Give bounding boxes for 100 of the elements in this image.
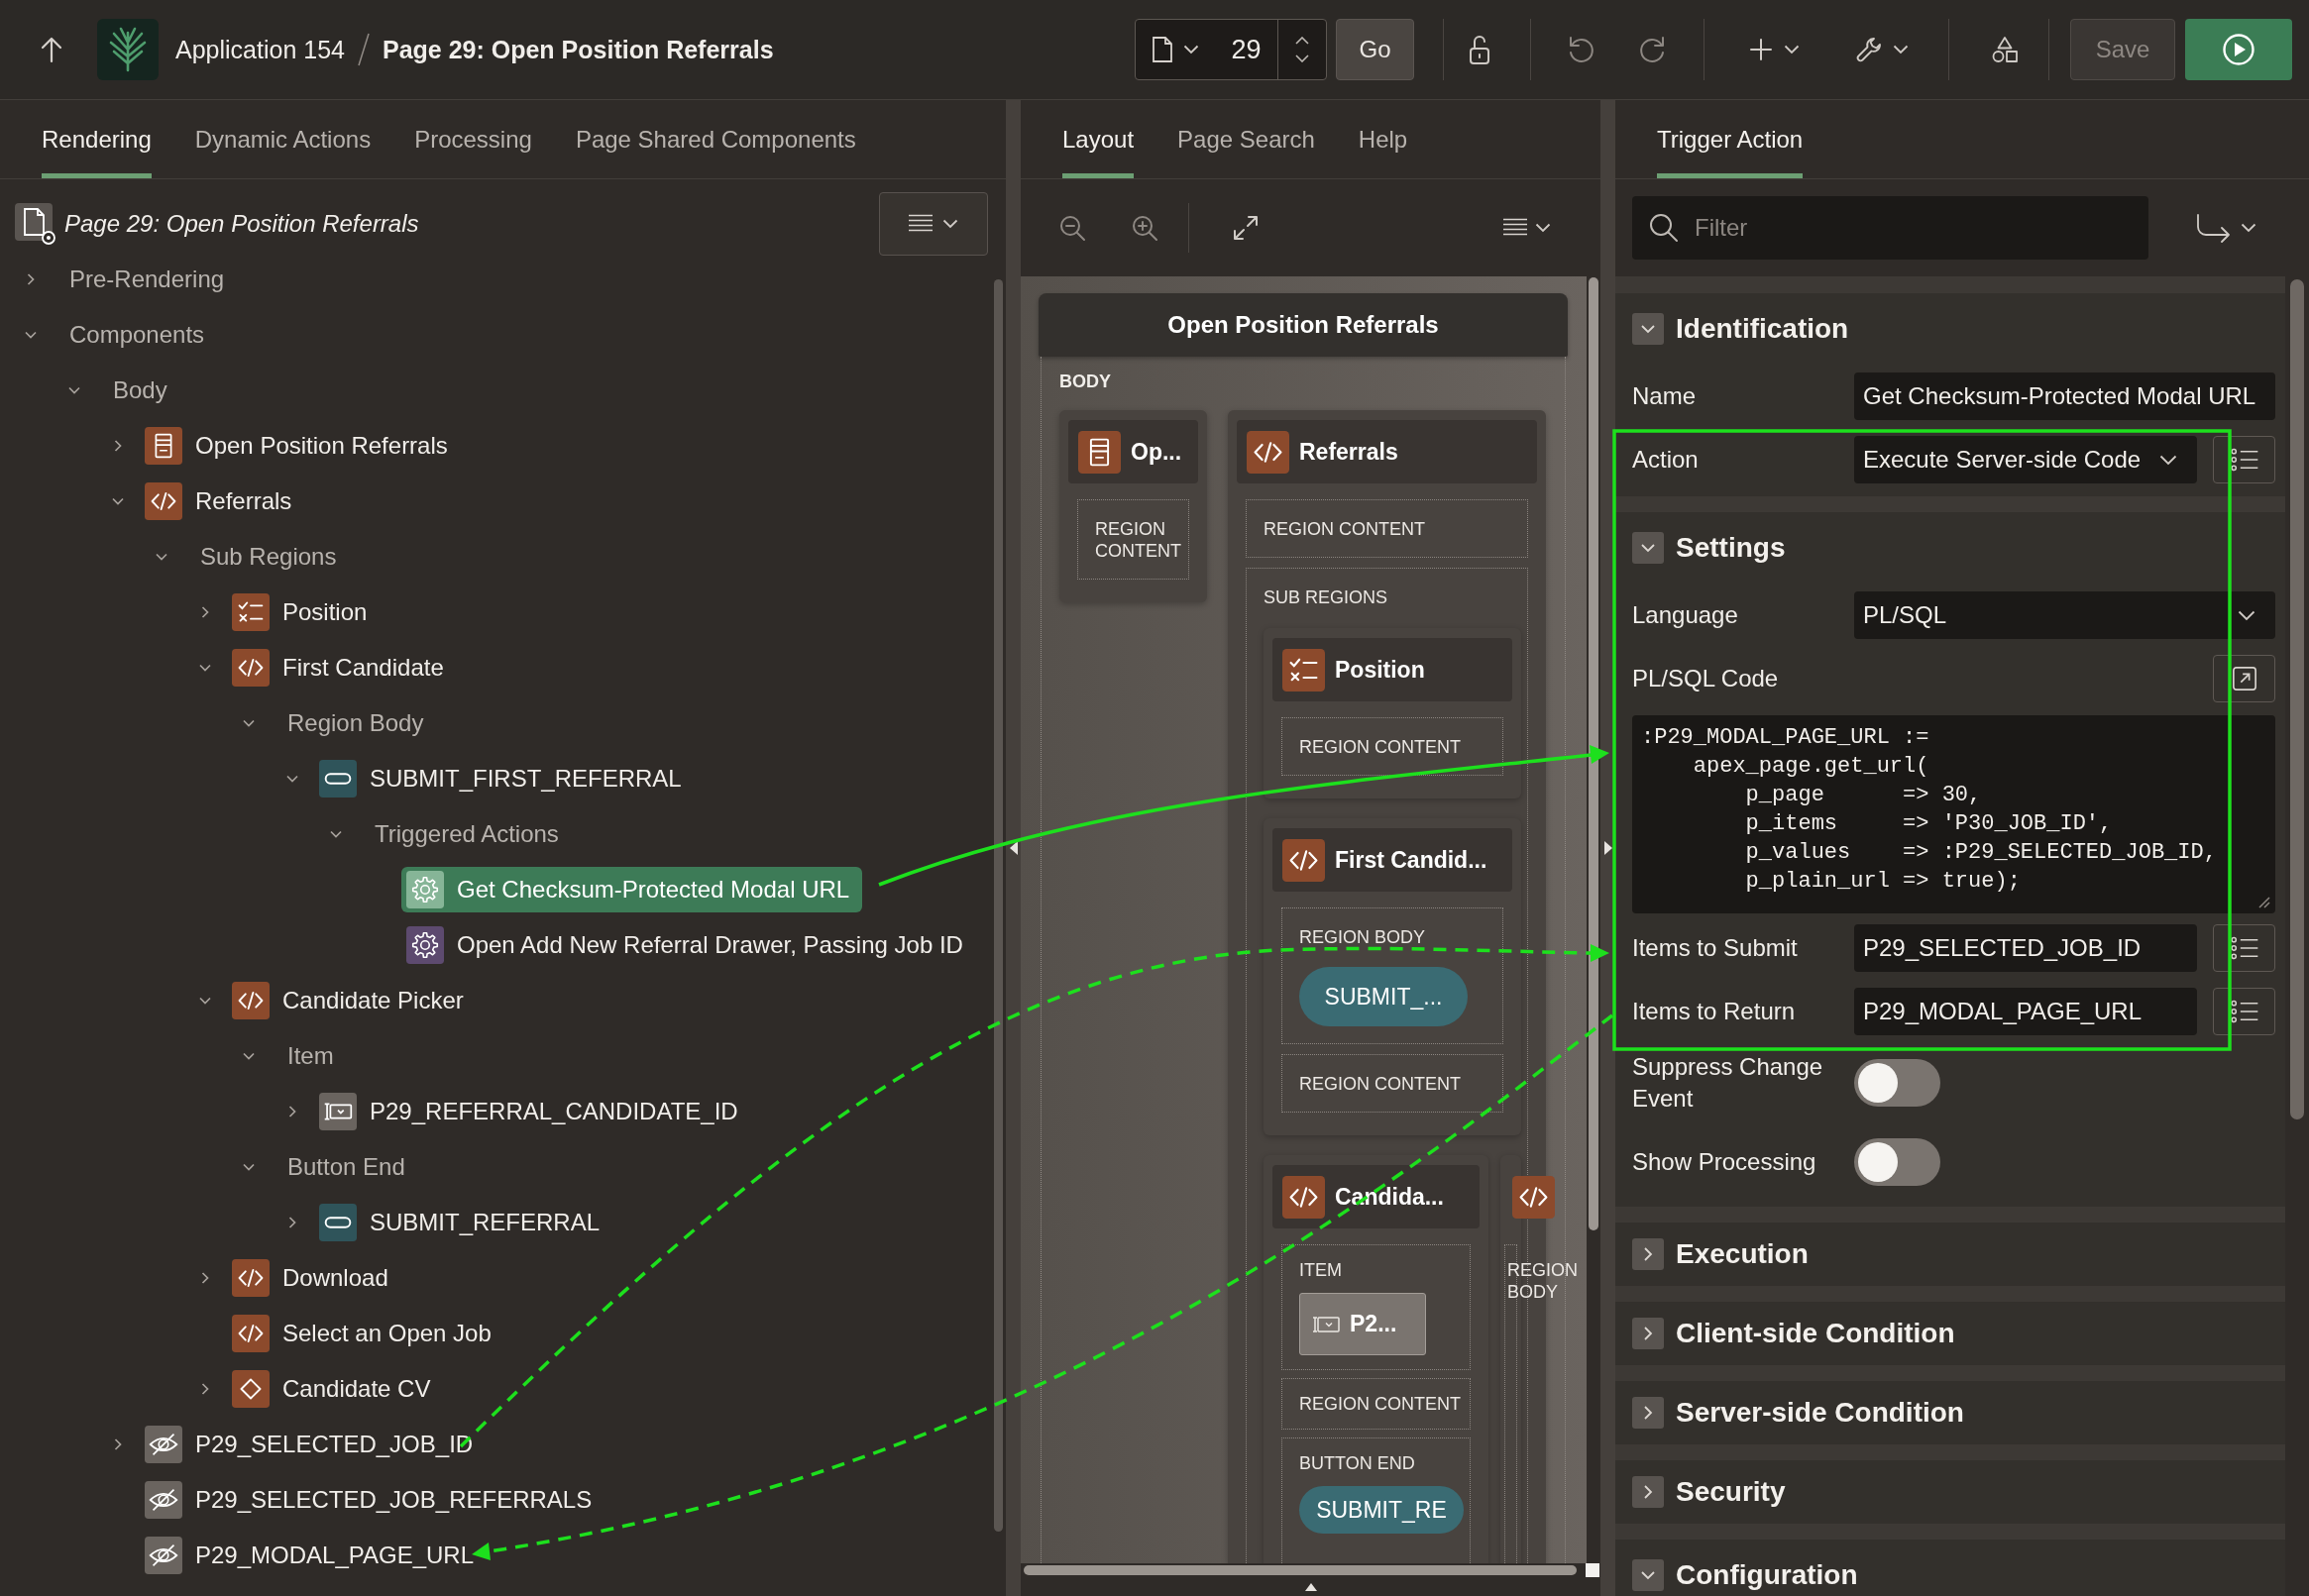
section-title[interactable]: Execution	[1676, 1238, 1809, 1270]
tab[interactable]: Layout	[1062, 100, 1135, 178]
list-icon	[2229, 448, 2259, 472]
item-chip[interactable]: P2...	[1299, 1293, 1426, 1355]
chevron-right-icon[interactable]	[1632, 1318, 1664, 1349]
tab[interactable]: Page Shared Components	[575, 100, 856, 178]
tree-item[interactable]: Region Body	[282, 705, 437, 741]
slot-label: SUB REGIONS	[1264, 586, 1388, 608]
tree-item[interactable]: SUBMIT_FIRST_REFERRAL	[314, 756, 695, 801]
tree-item[interactable]: Candidate CV	[227, 1366, 444, 1412]
list-picker-button[interactable]	[2213, 924, 2275, 972]
tree-item[interactable]: SUBMIT_REFERRAL	[314, 1200, 613, 1245]
select-field[interactable]: Execute Server-side Code	[1854, 436, 2197, 483]
slot-label: REGION BODY	[1507, 1259, 1578, 1303]
go-button[interactable]: Go	[1336, 19, 1414, 80]
tree-item[interactable]: Pre-Rendering	[64, 262, 238, 297]
run-button[interactable]	[2185, 19, 2292, 80]
tab[interactable]: Rendering	[42, 100, 152, 178]
toggle-switch[interactable]	[1854, 1138, 1940, 1186]
section-title[interactable]: Settings	[1676, 532, 1786, 564]
caret-up-icon[interactable]	[1295, 37, 1309, 45]
tree-item[interactable]: Position	[227, 589, 381, 635]
region-header[interactable]: Position	[1272, 638, 1512, 701]
button-pill[interactable]: SUBMIT_...	[1299, 967, 1468, 1026]
pill-icon	[319, 1204, 357, 1241]
tree-item[interactable]: Select an Open Job	[227, 1311, 504, 1356]
chevron-down-icon[interactable]	[1632, 1559, 1664, 1591]
chevron-right-icon[interactable]	[1632, 1238, 1664, 1270]
resize-grip-icon[interactable]	[2256, 895, 2270, 908]
tree-item[interactable]: Download	[227, 1255, 401, 1301]
section-title[interactable]: Client-side Condition	[1676, 1318, 1955, 1349]
page-selector[interactable]: 29	[1135, 19, 1327, 80]
page-header[interactable]: Open Position Referrals	[1039, 293, 1568, 357]
text-field[interactable]: P29_MODAL_PAGE_URL	[1854, 988, 2197, 1035]
tab[interactable]: Processing	[414, 100, 532, 178]
filter-field[interactable]: Filter	[1632, 196, 2148, 260]
expand-editor-button[interactable]	[2213, 655, 2275, 702]
slot-label: REGION BODY	[1299, 926, 1427, 948]
tab[interactable]: Help	[1358, 100, 1408, 178]
caret-down-icon[interactable]	[1295, 54, 1309, 62]
chevron-down-icon[interactable]	[1632, 532, 1664, 564]
text-field[interactable]: P29_SELECTED_JOB_ID	[1854, 924, 2197, 972]
scrollbar-thumb[interactable]	[1589, 277, 1598, 1230]
expand-icon[interactable]	[1232, 214, 1260, 242]
scrollbar-thumb[interactable]	[1024, 1565, 1577, 1575]
region-header[interactable]: Referrals	[1237, 420, 1537, 483]
tree-item[interactable]: Components	[64, 317, 218, 353]
chevron-down-icon[interactable]	[1632, 313, 1664, 345]
tree-item[interactable]: Open Add New Referral Drawer, Passing Job ID	[401, 922, 976, 968]
section-title[interactable]: Configuration	[1676, 1559, 1858, 1591]
tree-item[interactable]: Item	[282, 1038, 347, 1074]
caret-right-icon[interactable]	[1603, 841, 1612, 855]
region-header[interactable]: First Candid...	[1272, 828, 1512, 892]
section-title[interactable]: Security	[1676, 1476, 1786, 1508]
list-picker-button[interactable]	[2213, 436, 2275, 483]
app-link[interactable]: Application 154	[175, 35, 345, 64]
zoom-in-icon[interactable]	[1131, 214, 1158, 242]
tree-item[interactable]: Referrals	[140, 479, 305, 524]
code-editor[interactable]: :P29_MODAL_PAGE_URL := apex_page.get_url( p_page => 30, p_items => 'P30_JOB_ID', p_values => :P29_SELECTED_JOB_ID, p_plain_url => true);	[1632, 715, 2275, 913]
tree-logo-icon[interactable]	[97, 19, 159, 80]
chevron-right-icon[interactable]	[1632, 1397, 1664, 1429]
slot-label: REGION CONTENT	[1299, 1393, 1462, 1415]
page-number-field[interactable]: 29	[1215, 20, 1277, 79]
tree-item[interactable]: Candidate Picker	[227, 978, 477, 1023]
tree-item[interactable]: P29_SELECTED_JOB_REFERRALS	[140, 1477, 605, 1523]
region-header[interactable]: Candida...	[1272, 1165, 1480, 1228]
up-arrow-icon[interactable]	[40, 36, 63, 63]
caret-left-icon[interactable]	[1009, 841, 1018, 855]
caret-up-icon[interactable]	[1304, 1582, 1317, 1591]
button-pill[interactable]: SUBMIT_RE	[1299, 1486, 1464, 1534]
chevron-right-icon[interactable]	[1632, 1476, 1664, 1508]
tree-item[interactable]: P29_REFERRAL_CANDIDATE_ID	[314, 1089, 751, 1134]
list-picker-button[interactable]	[2213, 988, 2275, 1035]
scrollbar-thumb[interactable]	[2290, 279, 2304, 1119]
tree-item[interactable]: Button End	[282, 1149, 418, 1185]
tab[interactable]: Trigger Action	[1657, 100, 1804, 178]
tree-item[interactable]: P29_SELECTED_JOB_ID	[140, 1422, 487, 1467]
slash-icon	[356, 32, 371, 67]
text-field[interactable]: Get Checksum-Protected Modal URL	[1854, 372, 2275, 420]
tree-item[interactable]: P29_MODAL_PAGE_URL	[140, 1533, 487, 1578]
toggle-switch[interactable]	[1854, 1059, 1940, 1107]
tree-item[interactable]: First Candidate	[227, 645, 457, 691]
region-header[interactable]: Op...	[1068, 420, 1198, 483]
tree-item[interactable]: Sub Regions	[195, 539, 350, 575]
tree-item[interactable]: Get Checksum-Protected Modal URL	[401, 867, 863, 912]
tab[interactable]: Page Search	[1177, 100, 1315, 178]
unlock-icon[interactable]	[1467, 34, 1492, 65]
tab[interactable]: Dynamic Actions	[194, 100, 372, 178]
tree-item[interactable]: Page 29: Open Position Referrals	[15, 203, 419, 245]
tree-item[interactable]: Open Position Referrals	[140, 423, 461, 469]
section-title[interactable]: Server-side Condition	[1676, 1397, 1964, 1429]
section-title[interactable]: Identification	[1676, 313, 1849, 345]
shapes-icon[interactable]	[1991, 36, 2019, 63]
zoom-out-icon[interactable]	[1058, 214, 1086, 242]
tree-item[interactable]: Triggered Actions	[370, 816, 572, 852]
select-field[interactable]: PL/SQL	[1854, 591, 2275, 639]
gear-icon	[406, 871, 444, 908]
tree-item[interactable]: Body	[108, 372, 180, 408]
wrench-icon	[1854, 36, 1883, 63]
scrollbar-thumb[interactable]	[994, 279, 1003, 1532]
